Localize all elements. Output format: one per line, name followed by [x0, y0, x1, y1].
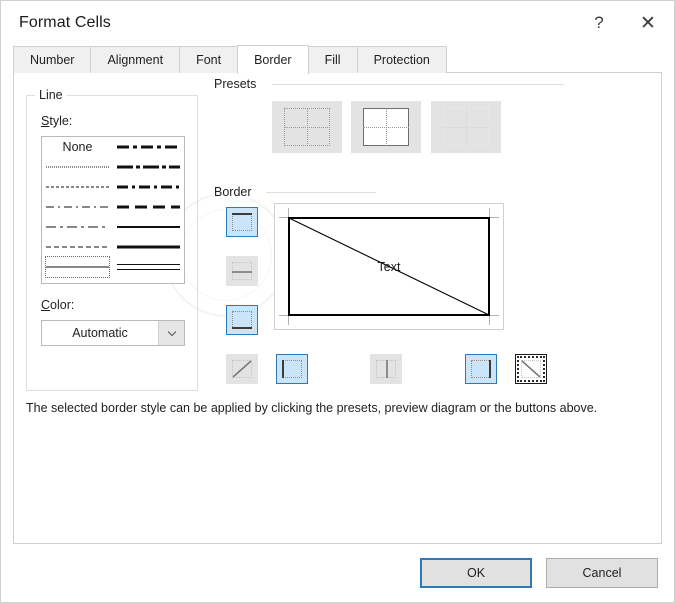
close-icon[interactable]: ✕ [622, 1, 674, 45]
preview-tick-bl-h [279, 315, 288, 316]
preview-tick-tr-h [490, 217, 499, 218]
line-style-dash-dot-fine[interactable] [46, 197, 109, 217]
preview-text-label: Text [377, 259, 401, 274]
tab-fill[interactable]: Fill [307, 46, 358, 73]
ok-button[interactable]: OK [420, 558, 532, 588]
preview-tick-tl-h [279, 217, 288, 218]
line-style-double-line[interactable] [117, 257, 180, 277]
border-color-dropdown[interactable]: Automatic [41, 320, 185, 346]
line-style-dashed-fine[interactable] [46, 237, 109, 257]
border-right-icon [471, 360, 491, 378]
line-style-thick-dashed[interactable] [117, 197, 180, 217]
line-group-legend: Line [35, 88, 67, 102]
line-style-hairline-dotted[interactable] [46, 157, 109, 177]
line-style-column-left: None [42, 137, 113, 283]
border-tab-panel: Line Style: None Color: Automatic Preset… [13, 73, 662, 544]
preview-tick-tr-v [489, 208, 490, 217]
line-style-thick-dash-dot[interactable] [117, 177, 180, 197]
border-vertical-inside-button[interactable] [370, 354, 402, 384]
border-bottom-icon [232, 311, 252, 329]
chevron-down-icon[interactable] [158, 321, 184, 345]
preview-tick-tl-v [288, 208, 289, 217]
cancel-button[interactable]: Cancel [546, 558, 658, 588]
line-style-fine-dotted[interactable] [46, 177, 109, 197]
help-icon[interactable]: ? [576, 1, 622, 45]
border-horizontal-icon [232, 262, 252, 280]
line-style-medium-solid[interactable] [117, 217, 180, 237]
preview-tick-br-h [490, 315, 499, 316]
preview-tick-bl-v [288, 316, 289, 325]
border-diagonal-down-icon [521, 360, 541, 378]
help-text: The selected border style can be applied… [26, 401, 598, 415]
border-none-icon [284, 108, 330, 146]
tab-alignment[interactable]: Alignment [90, 46, 181, 73]
line-style-dash-dot[interactable] [46, 217, 109, 237]
tab-protection[interactable]: Protection [356, 46, 447, 73]
line-style-listbox[interactable]: None [41, 136, 185, 284]
tab-number[interactable]: Number [13, 46, 92, 73]
border-bottom-button[interactable] [226, 305, 258, 335]
preset-none-button[interactable] [272, 101, 342, 153]
title-bar: Format Cells ? ✕ [1, 1, 674, 45]
line-style-thick-solid[interactable] [117, 237, 180, 257]
border-left-icon [282, 360, 302, 378]
tab-border[interactable]: Border [237, 45, 309, 74]
presets-divider [272, 84, 564, 85]
preview-tick-br-v [489, 316, 490, 325]
line-group: Line Style: None Color: Automatic [26, 88, 198, 391]
border-preview-diagram[interactable]: Text [274, 203, 504, 330]
style-label: Style: [41, 114, 73, 128]
title-bar-buttons: ? ✕ [576, 1, 674, 45]
border-preview-cell[interactable]: Text [279, 208, 499, 325]
border-horizontal-inside-button[interactable] [226, 256, 258, 286]
border-outline-icon [363, 108, 409, 146]
preset-inside-button[interactable] [431, 101, 501, 153]
line-style-none[interactable]: None [46, 137, 109, 157]
border-divider [266, 192, 376, 193]
presets-label: Presets [214, 77, 263, 91]
border-diagonal-down-button[interactable] [515, 354, 547, 384]
line-style-thin-solid[interactable] [45, 256, 110, 278]
border-inside-icon [443, 108, 489, 146]
border-right-button[interactable] [465, 354, 497, 384]
border-section-label: Border [214, 185, 258, 199]
line-style-thick-dash-dot-long[interactable] [117, 157, 180, 177]
format-cells-dialog: Format Cells ? ✕ Number Alignment Font B… [0, 0, 675, 603]
color-label: Color: [41, 298, 75, 312]
dialog-footer: OK Cancel [1, 544, 674, 602]
line-style-column-right [113, 137, 184, 283]
border-color-value: Automatic [72, 326, 128, 340]
border-diagonal-up-button[interactable] [226, 354, 258, 384]
border-vertical-icon [376, 360, 396, 378]
tab-strip: Number Alignment Font Border Fill Protec… [13, 45, 662, 74]
border-top-button[interactable] [226, 207, 258, 237]
border-top-icon [232, 213, 252, 231]
border-left-button[interactable] [276, 354, 308, 384]
preset-outline-button[interactable] [351, 101, 421, 153]
line-style-thick-dash-dot-dot[interactable] [117, 137, 180, 157]
border-diagonal-up-icon [232, 360, 252, 378]
page-title: Format Cells [19, 14, 111, 31]
tab-font[interactable]: Font [179, 46, 239, 73]
